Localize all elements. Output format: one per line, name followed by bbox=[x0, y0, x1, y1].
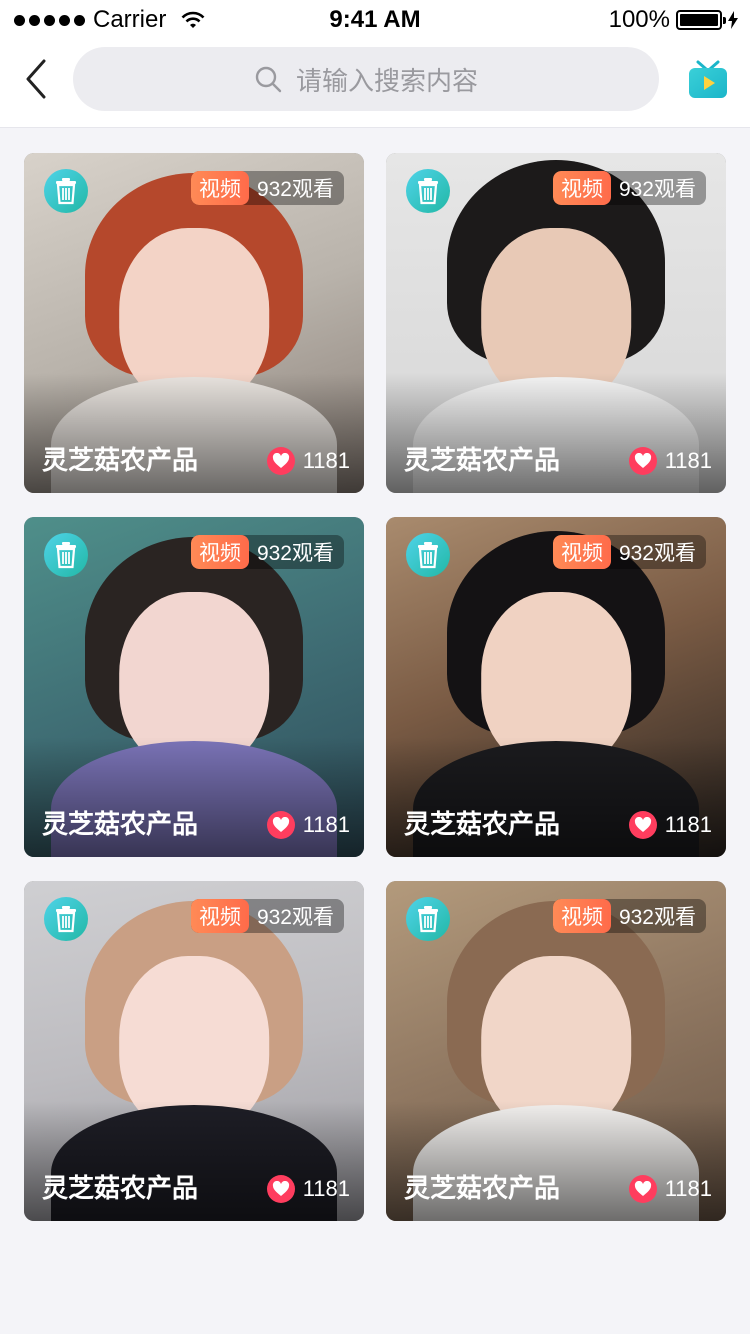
card-title: 灵芝菇农产品 bbox=[404, 809, 561, 839]
video-badge: 视频 932观看 bbox=[190, 535, 344, 569]
view-count: 932观看 bbox=[618, 542, 696, 565]
video-card[interactable]: 视频 932观看 灵芝菇农产品 1181 bbox=[386, 517, 726, 857]
card-title: 灵芝菇农产品 bbox=[42, 1173, 199, 1203]
video-badge: 视频 932观看 bbox=[190, 171, 344, 205]
trash-icon bbox=[56, 542, 76, 569]
view-count: 932观看 bbox=[618, 178, 696, 201]
tv-icon bbox=[689, 60, 727, 98]
video-badge: 视频 932观看 bbox=[552, 535, 706, 569]
like-count[interactable]: 1181 bbox=[628, 1175, 712, 1203]
type-label: 视频 bbox=[190, 171, 249, 205]
likes-value: 1181 bbox=[302, 812, 350, 837]
view-count: 932观看 bbox=[256, 906, 334, 929]
video-badge: 视频 932观看 bbox=[552, 899, 706, 933]
type-label: 视频 bbox=[190, 535, 249, 569]
card-title: 灵芝菇农产品 bbox=[404, 445, 561, 475]
likes-value: 1181 bbox=[664, 1176, 712, 1201]
type-label: 视频 bbox=[552, 171, 611, 205]
live-tv-button[interactable] bbox=[686, 58, 730, 102]
card-title: 灵芝菇农产品 bbox=[42, 809, 199, 839]
back-button[interactable] bbox=[14, 54, 58, 104]
type-label: 视频 bbox=[190, 899, 249, 933]
video-card[interactable]: 视频 932观看 灵芝菇农产品 1181 bbox=[386, 881, 726, 1221]
search-placeholder: 请输入搜索内容 bbox=[295, 65, 478, 96]
video-card[interactable]: 视频 932观看 灵芝菇农产品 1181 bbox=[24, 153, 364, 493]
search-icon bbox=[255, 66, 282, 93]
delete-button[interactable] bbox=[44, 897, 88, 941]
nav-bar: 请输入搜索内容 bbox=[0, 40, 750, 128]
card-title: 灵芝菇农产品 bbox=[42, 445, 199, 475]
heart-icon bbox=[266, 811, 295, 839]
battery-percent: 100% bbox=[608, 6, 670, 33]
heart-icon bbox=[628, 1175, 657, 1203]
delete-button[interactable] bbox=[406, 897, 450, 941]
video-card[interactable]: 视频 932观看 灵芝菇农产品 1181 bbox=[24, 517, 364, 857]
battery-icon bbox=[676, 10, 726, 30]
likes-value: 1181 bbox=[302, 448, 350, 473]
trash-icon bbox=[418, 906, 438, 933]
search-input[interactable]: 请输入搜索内容 bbox=[73, 47, 659, 111]
like-count[interactable]: 1181 bbox=[628, 447, 712, 475]
delete-button[interactable] bbox=[406, 533, 450, 577]
trash-icon bbox=[418, 178, 438, 205]
trash-icon bbox=[418, 542, 438, 569]
video-card[interactable]: 视频 932观看 灵芝菇农产品 1181 bbox=[386, 153, 726, 493]
delete-button[interactable] bbox=[44, 533, 88, 577]
chevron-left-icon bbox=[26, 59, 46, 99]
charging-icon bbox=[728, 11, 738, 29]
video-badge: 视频 932观看 bbox=[190, 899, 344, 933]
card-title: 灵芝菇农产品 bbox=[404, 1173, 561, 1203]
type-label: 视频 bbox=[552, 899, 611, 933]
view-count: 932观看 bbox=[256, 542, 334, 565]
like-count[interactable]: 1181 bbox=[266, 811, 350, 839]
delete-button[interactable] bbox=[44, 169, 88, 213]
video-grid: 视频 932观看 灵芝菇农产品 1181 视频 932观看 灵芝菇农产品 118… bbox=[24, 153, 726, 1221]
trash-icon bbox=[56, 906, 76, 933]
likes-value: 1181 bbox=[664, 448, 712, 473]
heart-icon bbox=[266, 1175, 295, 1203]
like-count[interactable]: 1181 bbox=[266, 1175, 350, 1203]
video-badge: 视频 932观看 bbox=[552, 171, 706, 205]
heart-icon bbox=[628, 811, 657, 839]
delete-button[interactable] bbox=[406, 169, 450, 213]
likes-value: 1181 bbox=[302, 1176, 350, 1201]
heart-icon bbox=[266, 447, 295, 475]
video-card[interactable]: 视频 932观看 灵芝菇农产品 1181 bbox=[24, 881, 364, 1221]
likes-value: 1181 bbox=[664, 812, 712, 837]
like-count[interactable]: 1181 bbox=[628, 811, 712, 839]
type-label: 视频 bbox=[552, 535, 611, 569]
status-bar: Carrier 9:41 AM 100% bbox=[0, 0, 750, 40]
view-count: 932观看 bbox=[618, 906, 696, 929]
like-count[interactable]: 1181 bbox=[266, 447, 350, 475]
status-right: 100% bbox=[609, 6, 738, 34]
trash-icon bbox=[56, 178, 76, 205]
heart-icon bbox=[628, 447, 657, 475]
view-count: 932观看 bbox=[256, 178, 334, 201]
